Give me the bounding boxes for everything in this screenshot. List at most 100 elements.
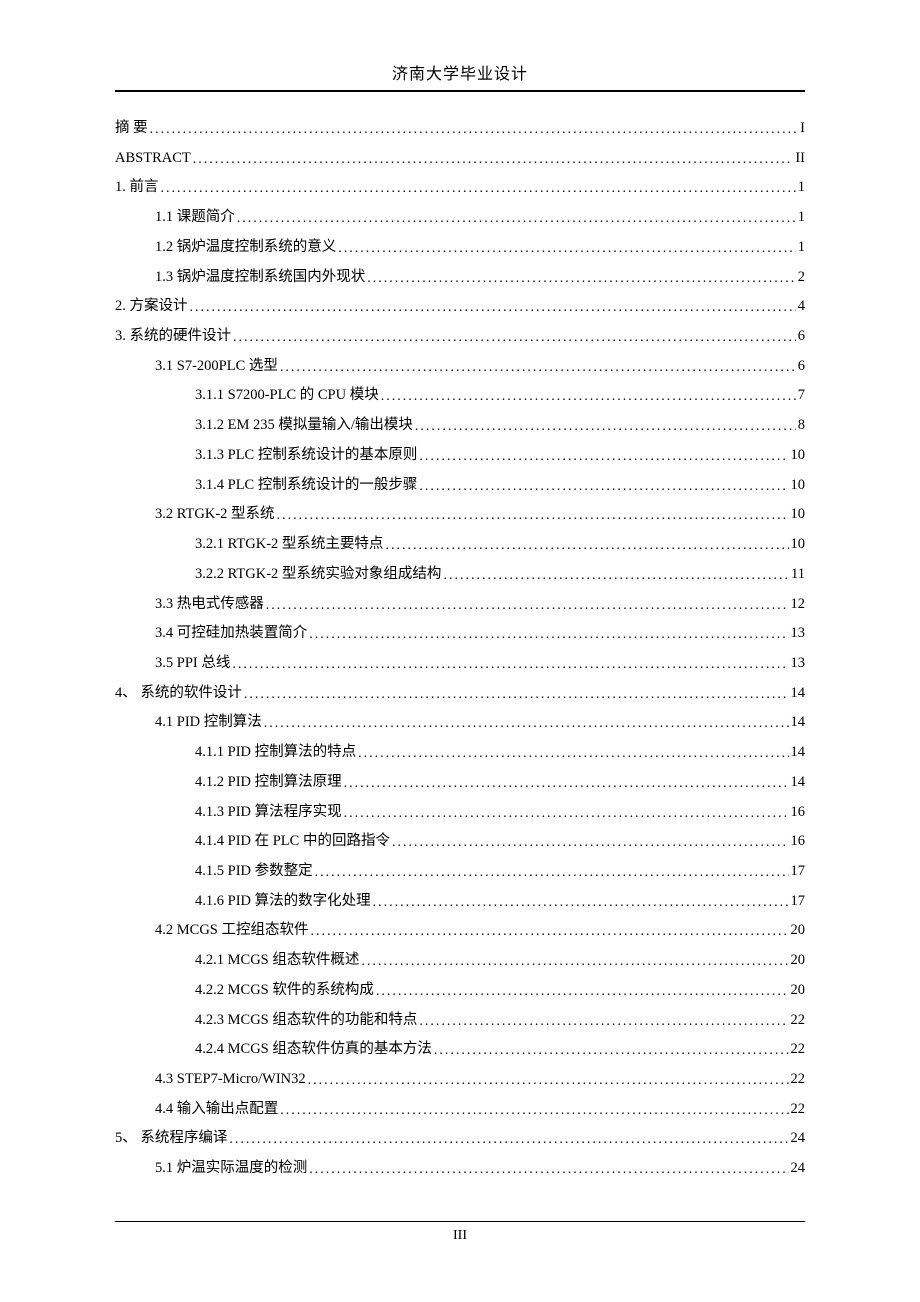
toc-entry: 3.1.3 PLC 控制系统设计的基本原则10 [115,441,805,471]
toc-entry: 4.1.3 PID 算法程序实现 16 [115,798,805,828]
toc-leader [310,916,788,946]
toc-entry: 1.3 锅炉温度控制系统国内外现状2 [115,263,805,293]
toc-entry-label: 3.1.1 S7200-PLC 的 CPU 模块 [195,381,379,411]
toc-entry-page: 6 [798,352,805,382]
toc-leader [233,322,796,352]
toc-leader [315,857,789,887]
toc-entry-page: 22 [791,1095,806,1125]
toc-leader [190,292,796,322]
toc-entry-label: 3.3 热电式传感器 [155,590,264,620]
toc-entry-page: 20 [791,976,806,1006]
toc-entry-label: ABSTRACT [115,144,191,174]
toc-entry: 3. 系统的硬件设计6 [115,322,805,352]
toc-entry-label: 4.1.5 PID 参数整定 [195,857,313,887]
toc-entry: 4、 系统的软件设计14 [115,679,805,709]
toc-entry-page: 1 [798,173,805,203]
toc-entry-label: 4.1.6 PID 算法的数字化处理 [195,887,371,917]
toc-leader [277,500,789,530]
toc-entry-page: 10 [791,471,806,501]
toc-leader [338,233,796,263]
toc-entry: 4.2.2 MCGS 软件的系统构成20 [115,976,805,1006]
toc-leader [385,530,788,560]
toc-entry: 5、 系统程序编译 24 [115,1124,805,1154]
toc-entry-label: 4.4 输入输出点配置 [155,1095,278,1125]
toc-entry: 4.1.1 PID 控制算法的特点14 [115,738,805,768]
toc-entry: 4.1.4 PID 在 PLC 中的回路指令16 [115,827,805,857]
toc-entry-page: 22 [791,1006,806,1036]
header-rule [115,90,805,92]
toc-entry: 3.4 可控硅加热装置简介 13 [115,619,805,649]
toc-entry-page: 10 [791,530,806,560]
toc-entry-label: 3.5 PPI 总线 [155,649,230,679]
toc-entry-page: 10 [791,500,806,530]
toc-entry-label: 5、 系统程序编译 [115,1124,227,1154]
toc-entry: 3.1 S7-200PLC 选型6 [115,352,805,382]
toc-entry: 5.1 炉温实际温度的检测 24 [115,1154,805,1184]
document-page: 济南大学毕业设计 摘 要IABSTRACTII1. 前言11.1 课题简介11.… [0,0,920,1184]
toc-leader [361,946,788,976]
toc-entry-label: 4.1.2 PID 控制算法原理 [195,768,342,798]
toc-leader [193,144,794,174]
toc-entry-label: 4.1.4 PID 在 PLC 中的回路指令 [195,827,390,857]
toc-leader [229,1124,788,1154]
toc-entry-label: 5.1 炉温实际温度的检测 [155,1154,307,1184]
toc-entry-label: 4.1.3 PID 算法程序实现 [195,798,342,828]
toc-entry-label: 4.3 STEP7-Micro/WIN32 [155,1065,306,1095]
toc-leader [309,1154,788,1184]
toc-entry: 4.1.5 PID 参数整定 17 [115,857,805,887]
toc-entry: 4.1.2 PID 控制算法原理14 [115,768,805,798]
toc-entry-page: 14 [791,738,806,768]
toc-entry-page: 11 [791,560,805,590]
toc-entry: 3.2.1 RTGK-2 型系统主要特点 10 [115,530,805,560]
toc-entry-page: 1 [798,203,805,233]
toc-entry-label: 4.2.1 MCGS 组态软件概述 [195,946,359,976]
toc-entry: 4.2.3 MCGS 组态软件的功能和特点 22 [115,1006,805,1036]
toc-entry-page: 22 [791,1035,806,1065]
footer-rule [115,1221,805,1222]
toc-leader [443,560,789,590]
toc-entry-label: 3.1.2 EM 235 模拟量输入/输出模块 [195,411,413,441]
toc-entry-label: 3.2.2 RTGK-2 型系统实验对象组成结构 [195,560,441,590]
toc-entry-label: 3.4 可控硅加热装置简介 [155,619,307,649]
toc-entry-page: 13 [791,619,806,649]
toc-entry-page: 4 [798,292,805,322]
toc-entry: 1.1 课题简介1 [115,203,805,233]
toc-entry-label: 4.2.3 MCGS 组态软件的功能和特点 [195,1006,417,1036]
toc-leader [244,679,789,709]
toc-entry-page: 24 [791,1154,806,1184]
toc-entry: 4.2.1 MCGS 组态软件概述20 [115,946,805,976]
toc-entry-page: 17 [791,857,806,887]
toc-entry-page: 20 [791,916,806,946]
toc-entry-label: 4.1 PID 控制算法 [155,708,262,738]
toc-leader [344,798,789,828]
toc-leader [344,768,789,798]
toc-leader [381,381,796,411]
table-of-contents: 摘 要IABSTRACTII1. 前言11.1 课题简介11.2 锅炉温度控制系… [115,114,805,1184]
toc-entry-label: 4.2 MCGS 工控组态软件 [155,916,308,946]
toc-entry: 1.2 锅炉温度控制系统的意义1 [115,233,805,263]
toc-entry-page: 24 [791,1124,806,1154]
page-number: III [0,1228,920,1244]
toc-leader [150,114,799,144]
toc-entry-label: 3. 系统的硬件设计 [115,322,231,352]
toc-leader [280,1095,788,1125]
header-title: 济南大学毕业设计 [115,60,805,90]
toc-entry-page: 17 [791,887,806,917]
toc-entry-page: 16 [791,798,806,828]
toc-entry-label: 1.2 锅炉温度控制系统的意义 [155,233,336,263]
toc-leader [308,1065,789,1095]
toc-entry-label: 3.2.1 RTGK-2 型系统主要特点 [195,530,383,560]
toc-entry: 3.1.1 S7200-PLC 的 CPU 模块7 [115,381,805,411]
toc-entry-page: 12 [791,590,806,620]
toc-entry: 3.5 PPI 总线13 [115,649,805,679]
toc-entry: 3.3 热电式传感器 12 [115,590,805,620]
toc-entry: 4.2 MCGS 工控组态软件 20 [115,916,805,946]
toc-entry-label: 1.3 锅炉温度控制系统国内外现状 [155,263,365,293]
toc-entry: ABSTRACTII [115,144,805,174]
toc-leader [358,738,788,768]
toc-entry: 2. 方案设计 4 [115,292,805,322]
toc-entry: 3.2.2 RTGK-2 型系统实验对象组成结构 11 [115,560,805,590]
toc-entry: 3.2 RTGK-2 型系统10 [115,500,805,530]
toc-leader [419,1006,788,1036]
toc-entry-label: 2. 方案设计 [115,292,188,322]
